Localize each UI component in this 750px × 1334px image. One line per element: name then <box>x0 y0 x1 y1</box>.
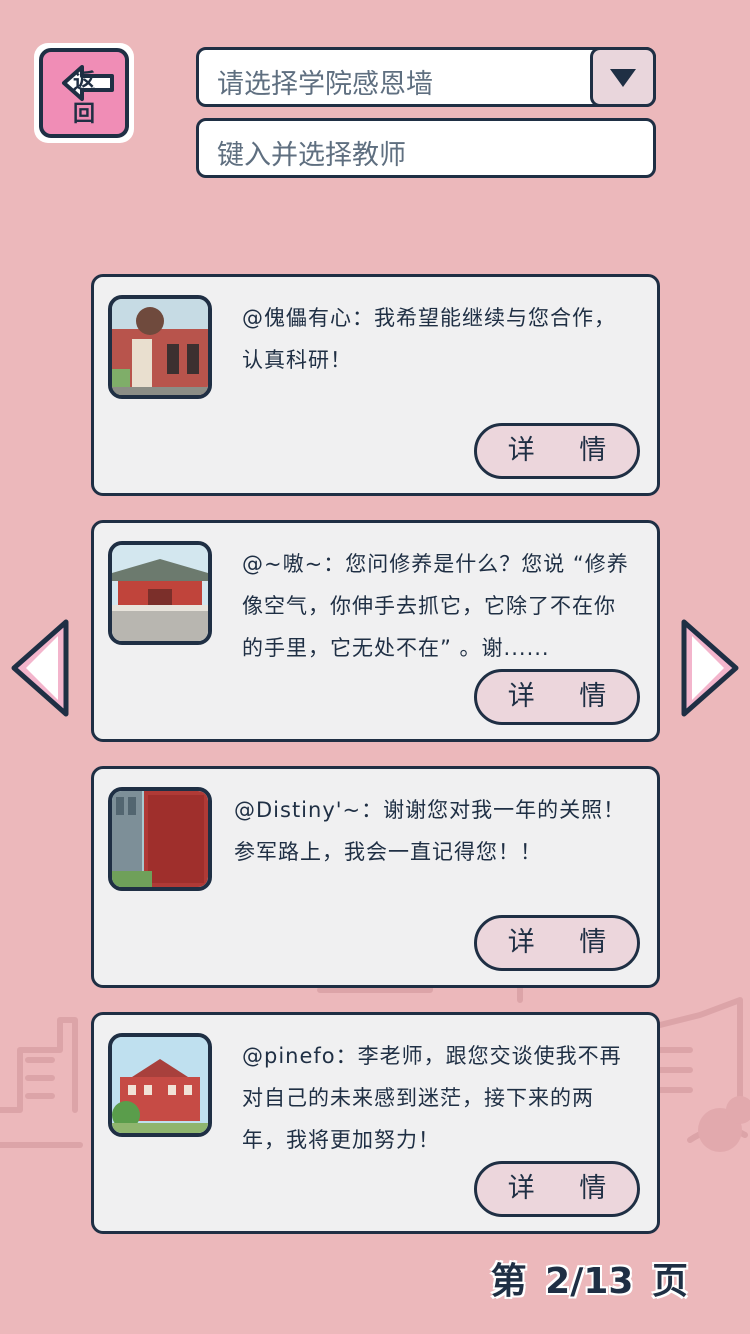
building-thumbnail <box>108 295 212 399</box>
message-card: @pinefo：李老师，跟您交谈使我不再对自己的未来感到迷茫，接下来的两年，我将… <box>91 1012 660 1234</box>
college-select-placeholder: 请选择学院感恩墙 <box>217 69 433 100</box>
building-thumbnail <box>108 1033 212 1137</box>
message-card: @Distiny'~：谢谢您对我一年的关照！参军路上，我会一直记得您！！ 详 情 <box>91 766 660 988</box>
teacher-search-input[interactable]: 键入并选择教师 <box>196 118 656 178</box>
message-text: @Distiny'~：谢谢您对我一年的关照！参军路上，我会一直记得您！！ <box>234 798 626 864</box>
message-card: @傀儡有心：我希望能继续与您合作，认真科研！ 详 情 <box>91 274 660 496</box>
back-button[interactable]: 返 回 <box>34 43 134 143</box>
message-text: @pinefo：李老师，跟您交谈使我不再对自己的未来感到迷茫，接下来的两年，我将… <box>242 1044 622 1152</box>
message-card: @~嗷~：您问修养是什么？您说 “修养像空气，你伸手去抓它，它除了不在你的手里，… <box>91 520 660 742</box>
back-button-label: 返 回 <box>72 70 107 127</box>
details-button[interactable]: 详 情 <box>474 915 640 971</box>
details-button[interactable]: 详 情 <box>474 1161 640 1217</box>
back-button-face: 返 回 <box>39 48 129 138</box>
message-text: @傀儡有心：我希望能继续与您合作，认真科研！ <box>242 306 616 372</box>
message-text: @~嗷~：您问修养是什么？您说 “修养像空气，你伸手去抓它，它除了不在你的手里，… <box>242 552 629 660</box>
dropdown-toggle-button[interactable] <box>590 47 656 107</box>
triangle-down-icon <box>610 69 636 87</box>
college-select[interactable]: 请选择学院感恩墙 <box>196 47 656 107</box>
page-indicator: 第 2/13 页 <box>490 1261 688 1302</box>
details-button[interactable]: 详 情 <box>474 423 640 479</box>
next-page-arrow-icon[interactable] <box>678 618 742 718</box>
details-button[interactable]: 详 情 <box>474 669 640 725</box>
previous-page-arrow-icon[interactable] <box>8 618 72 718</box>
building-thumbnail <box>108 541 212 645</box>
building-thumbnail <box>108 787 212 891</box>
